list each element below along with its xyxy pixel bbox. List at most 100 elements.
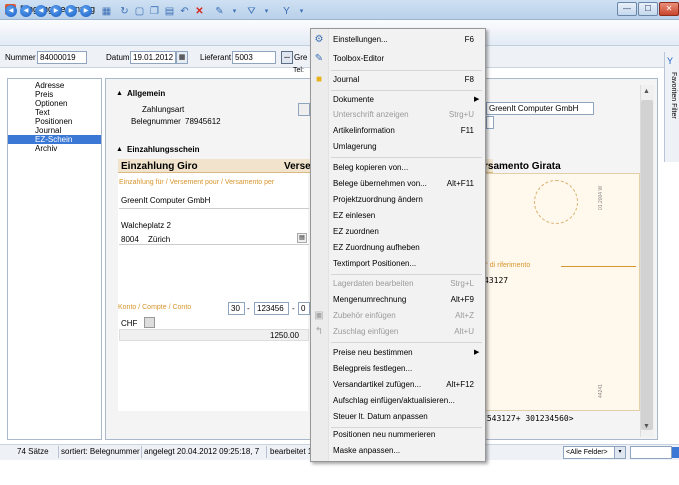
menu-item-artikelinformation[interactable]: Artikelinformation [333,125,395,137]
datum-field[interactable]: 19.01.2012 [130,51,176,64]
payee-street[interactable]: Walcheplatz 2 [121,219,171,232]
save-icon[interactable]: ▤ [163,5,176,18]
menu-item-aufschlag[interactable]: Aufschlag einfügen/aktualisieren... [333,395,455,407]
minimize-button[interactable]: — [617,2,637,16]
lieferant-field[interactable]: 5003 [232,51,276,64]
maximize-button[interactable]: ☐ [638,2,658,16]
search-icon[interactable] [672,447,679,458]
menu-item-unterschrift-anzeigen[interactable]: Unterschrift anzeigen [333,109,409,121]
wand-icon[interactable]: ✎ [213,5,226,18]
belegnummer-value[interactable]: 78945612 [185,115,221,128]
zahlungsart-dropdown[interactable] [298,103,310,116]
field-filter-select[interactable]: <Alle Felder> [563,446,615,459]
belegnummer-label: Belegnummer [131,117,181,126]
previous-record-icon[interactable]: ◀ [35,5,47,17]
new-document-icon[interactable]: ▢ [133,5,146,18]
section-einzahlungsschein: Einzahlungsschein [127,145,200,154]
menu-item-beleg-kopieren[interactable]: Beleg kopieren von... [333,162,408,174]
menu-item-zubehoer[interactable]: Zubehör einfügen [333,310,396,322]
copy-icon[interactable]: ❐ [148,5,161,18]
menu-item-dokumente[interactable]: Dokumente [333,94,374,106]
nav-item-preis[interactable]: Preis [8,90,101,99]
menu-item-mengenumrechnung[interactable]: Mengenumrechnung [333,294,406,306]
tools-icon[interactable]: Y [280,5,293,18]
nav-item-adresse[interactable]: Adresse [8,81,101,90]
address-lookup-icon[interactable]: ▤ [297,233,307,243]
previous-page-icon[interactable]: ◀ [20,5,32,17]
menu-item-maske-anpassen[interactable]: Maske anpassen... [333,445,400,457]
nav-item-journal[interactable]: Journal [8,126,101,135]
menu-item-projektzuordnung[interactable]: Projektzuordnung ändern [333,194,423,206]
company-field[interactable]: GreenIt Computer GmbH [486,102,594,115]
search-input[interactable] [630,446,672,459]
currency-dropdown[interactable] [144,317,155,328]
accessory-icon: ▣ [314,310,324,321]
section-allgemein: Allgemein [127,89,166,98]
amount-value[interactable]: 1250.00 [270,329,299,342]
konto-part1[interactable]: 30 [228,302,245,315]
menu-icon-gutter [311,29,329,461]
next-record-icon[interactable]: ▶ [50,5,62,17]
scrollbar-thumb[interactable] [641,100,653,430]
reference-line [561,266,636,267]
menu-item-zuschlag[interactable]: Zuschlag einfügen [333,326,398,338]
menu-item-belegpreis[interactable]: Belegpreis festlegen... [333,363,412,375]
menu-shortcut-artikelinformation: F11 [460,126,474,135]
favorites-filter-label[interactable]: Favoriten Filter [670,72,677,119]
undo-icon[interactable]: ↶ [178,5,191,18]
menu-separator [331,90,482,91]
payee-company[interactable]: GreenIt Computer GmbH [121,194,210,207]
delete-icon[interactable]: ✕ [193,5,206,18]
dropdown-arrow-icon[interactable]: ▾ [228,5,241,18]
scroll-down-icon[interactable]: ▼ [643,423,650,430]
company-subfield[interactable] [486,116,494,129]
refresh-icon[interactable]: ↻ [118,5,131,18]
calculator-icon[interactable]: ▦ [100,5,113,18]
konto-part3[interactable]: 0 [298,302,310,315]
filter-dropdown-icon[interactable]: ▾ [260,5,273,18]
stamp-circle [534,180,578,224]
menu-item-preise-neu[interactable]: Preise neu bestimmen [333,347,413,359]
first-record-icon[interactable]: ◀ [5,5,17,17]
field-filter-dropdown-icon[interactable]: ▾ [614,446,626,459]
menu-item-textimport[interactable]: Textimport Positionen... [333,258,416,270]
next-page-icon[interactable]: ▶ [65,5,77,17]
menu-item-ez-zuordnung-aufheben[interactable]: EZ Zuordnung aufheben [333,242,420,254]
submenu-arrow-icon: ▶ [474,349,480,356]
reference-value[interactable]: 43127 [484,276,508,285]
menu-item-positionen-nummerieren[interactable]: Positionen neu nummerieren [333,429,435,441]
lieferant-name: Gre [294,53,308,62]
nav-item-archiv[interactable]: Archiv [8,144,101,153]
nav-item-ez-schein[interactable]: EZ-Schein [8,135,101,144]
menu-item-einstellungen[interactable]: Einstellungen... [333,34,388,46]
calendar-icon[interactable]: ▦ [176,51,188,64]
nummer-field[interactable]: 84000019 [37,51,87,64]
status-separator [58,446,59,458]
for-label: Einzahlung für / Versement pour / Versam… [119,179,275,186]
last-record-icon[interactable]: ▶ [80,5,92,17]
menu-item-belege-uebernehmen[interactable]: Belege übernehmen von... [333,178,427,190]
menu-item-umlagerung[interactable]: Umlagerung [333,141,377,153]
menu-item-toolbox-editor[interactable]: Toolbox-Editor [333,53,384,65]
close-button[interactable]: ✕ [659,2,679,16]
menu-shortcut-einstellungen: F6 [464,35,474,44]
menu-item-lagerdaten[interactable]: Lagerdaten bearbeiten [333,278,414,290]
nav-item-positionen[interactable]: Positionen [8,117,101,126]
lieferant-lookup-button[interactable]: ... [281,51,293,64]
collapse-einzahlungsschein-icon[interactable]: ▲ [116,146,123,153]
filter-icon[interactable]: ⛛ [245,5,258,18]
nav-item-text[interactable]: Text [8,108,101,117]
menu-item-steuer[interactable]: Steuer lt. Datum anpassen [333,411,428,423]
nav-item-optionen[interactable]: Optionen [8,99,101,108]
menu-separator [331,70,482,71]
favorites-icon[interactable]: Y [667,56,673,66]
menu-item-ez-einlesen[interactable]: EZ einlesen [333,210,375,222]
tools-dropdown-icon[interactable]: ▾ [295,5,308,18]
left-navigation: Adresse Preis Optionen Text Positionen J… [7,78,102,440]
scroll-up-icon[interactable]: ▲ [643,88,650,95]
menu-item-journal[interactable]: Journal [333,74,359,86]
konto-part2[interactable]: 123456 [254,302,289,315]
menu-item-versandartikel[interactable]: Versandartikel zufügen... [333,379,421,391]
collapse-allgemein-icon[interactable]: ▲ [116,90,123,97]
menu-item-ez-zuordnen[interactable]: EZ zuordnen [333,226,379,238]
